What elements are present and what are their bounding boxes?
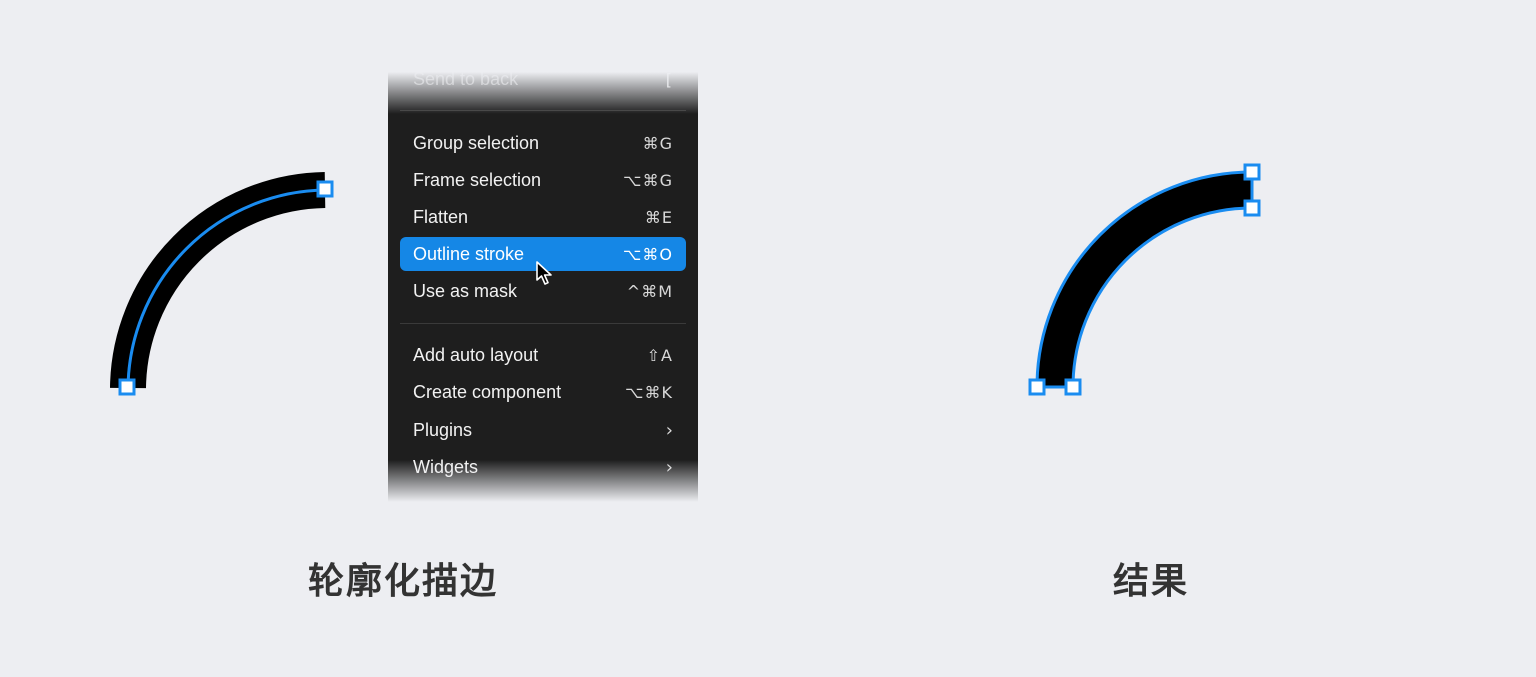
menu-item-label: Send to back — [413, 72, 519, 89]
menu-separator — [400, 323, 686, 324]
menu-separator — [400, 110, 686, 111]
menu-item-frame-selection[interactable]: Frame selection ⌥⌘G — [400, 163, 686, 197]
menu-item-label: Group selection — [413, 132, 540, 153]
menu-item-widgets[interactable]: Widgets › — [400, 450, 686, 484]
stroked-arc-illustration — [110, 172, 334, 396]
menu-item-label: Widgets — [413, 456, 479, 477]
menu-item-label: Frame selection — [413, 169, 542, 190]
square-handle-icon[interactable] — [1064, 378, 1082, 396]
chevron-right-icon: › — [665, 419, 673, 441]
menu-item-shortcut: ⌥⌘O — [622, 244, 673, 264]
menu-item-label: Flatten — [413, 206, 469, 227]
square-handle-icon[interactable] — [316, 180, 334, 198]
menu-item-label: Create component — [413, 381, 562, 402]
menu-item-shortcut: ⇧A — [646, 345, 673, 365]
menu-item-label: Outline stroke — [413, 243, 525, 264]
menu-item-shortcut: ⌥⌘K — [625, 382, 673, 402]
square-handle-icon[interactable] — [1243, 199, 1261, 217]
menu-item-shortcut: ⌥⌘G — [623, 170, 673, 190]
menu-item-plugins[interactable]: Plugins › — [400, 413, 686, 447]
menu-item-shortcut: ^⌘M — [626, 281, 673, 301]
menu-item-add-auto-layout[interactable]: Add auto layout ⇧A — [400, 338, 686, 372]
menu-item-label: Use as mask — [413, 280, 518, 301]
outlined-shape — [1035, 170, 1254, 389]
caption-outline-stroke: 轮廓化描边 — [308, 561, 499, 602]
square-handle-icon[interactable] — [118, 378, 136, 396]
menu-item-flatten[interactable]: Flatten ⌘E — [400, 200, 686, 234]
square-handle-icon[interactable] — [1243, 163, 1261, 181]
menu-item-send-to-back[interactable]: Send to back [ — [400, 72, 686, 96]
menu-item-shortcut: ⌘E — [644, 207, 673, 227]
menu-item-label: Add auto layout — [413, 344, 539, 365]
menu-item-label: Plugins — [413, 419, 473, 440]
menu-item-create-component[interactable]: Create component ⌥⌘K — [400, 375, 686, 409]
caption-result: 结果 — [1113, 561, 1190, 602]
arc-stroke — [110, 172, 326, 389]
square-handle-icon[interactable] — [1028, 378, 1046, 396]
chevron-right-icon: › — [665, 456, 673, 478]
menu-item-group-selection[interactable]: Group selection ⌘G — [400, 126, 686, 160]
menu-item-shortcut: ⌘G — [642, 133, 673, 153]
outlined-arc-illustration — [1028, 163, 1261, 396]
arrow-cursor-icon — [536, 261, 552, 285]
menu-item-shortcut: [ — [665, 72, 673, 89]
